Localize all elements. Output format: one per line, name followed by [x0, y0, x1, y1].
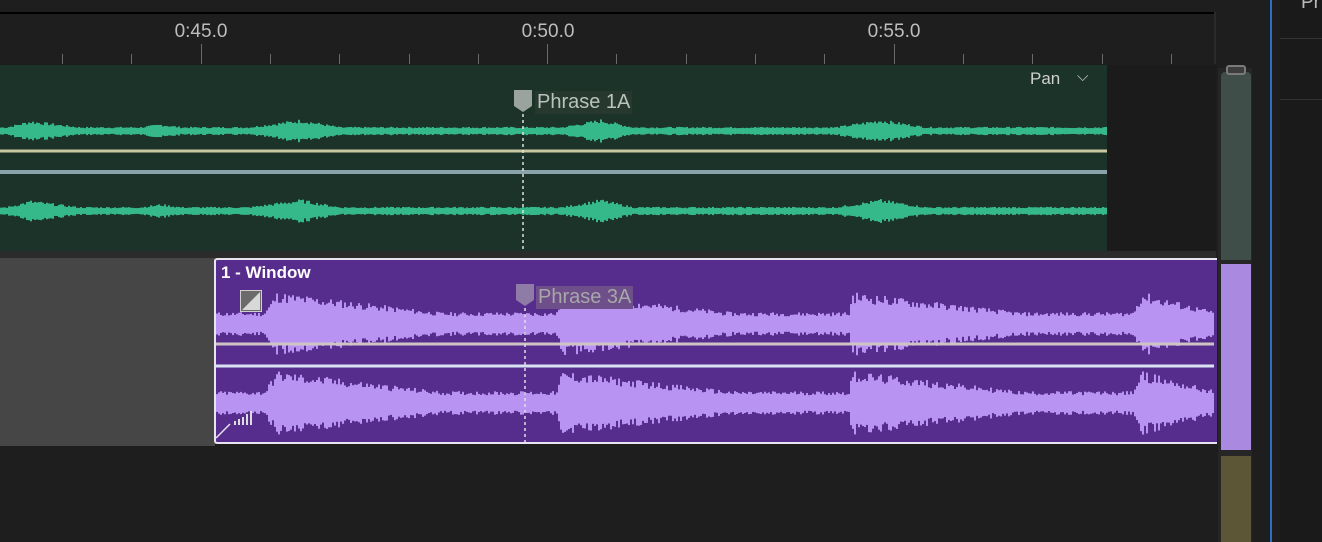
track-1-empty-area	[1107, 65, 1216, 251]
track-2-empty-area	[0, 258, 215, 446]
fade-handle-icon[interactable]	[240, 290, 262, 312]
marker-flag-icon[interactable]	[514, 90, 532, 112]
right-panel-separator	[1280, 38, 1322, 39]
pan-dropdown-label[interactable]: Pan	[1030, 69, 1060, 89]
ruler-label-0-50: 0:50.0	[521, 21, 575, 42]
clip-waveform	[216, 292, 1214, 439]
empty-track-area	[0, 450, 1216, 542]
volume-level-icon	[234, 411, 252, 425]
ruler-edge	[1214, 12, 1216, 64]
scroller-segment-track-3[interactable]	[1221, 456, 1251, 542]
ruler-label-0-45: 0:45.0	[174, 21, 228, 42]
scroller-segment-track-1[interactable]	[1221, 72, 1251, 260]
clip-title: 1 - Window	[221, 263, 311, 282]
ruler-top-border	[0, 12, 1216, 14]
right-panel	[1280, 0, 1322, 542]
right-panel-separator	[1280, 99, 1322, 100]
marker-phrase-1a-label[interactable]: Phrase 1A	[535, 91, 633, 114]
marker-flag-icon[interactable]	[516, 284, 534, 306]
clip-fade-corner[interactable]	[216, 423, 231, 439]
scroller-segment-track-2[interactable]	[1221, 264, 1251, 450]
timeline-ruler[interactable]: 0:45.0 0:50.0 0:55.0	[0, 0, 1216, 64]
panel-divider[interactable]	[1270, 0, 1272, 542]
track-separator	[0, 251, 1216, 258]
scroller-handle[interactable]	[1226, 65, 1246, 75]
chevron-down-icon[interactable]: ⌵	[1077, 68, 1088, 85]
marker-phrase-3a-label[interactable]: Phrase 3A	[536, 286, 634, 309]
ruler-label-0-55: 0:55.0	[867, 21, 921, 42]
right-panel-title: Pr	[1301, 0, 1320, 13]
